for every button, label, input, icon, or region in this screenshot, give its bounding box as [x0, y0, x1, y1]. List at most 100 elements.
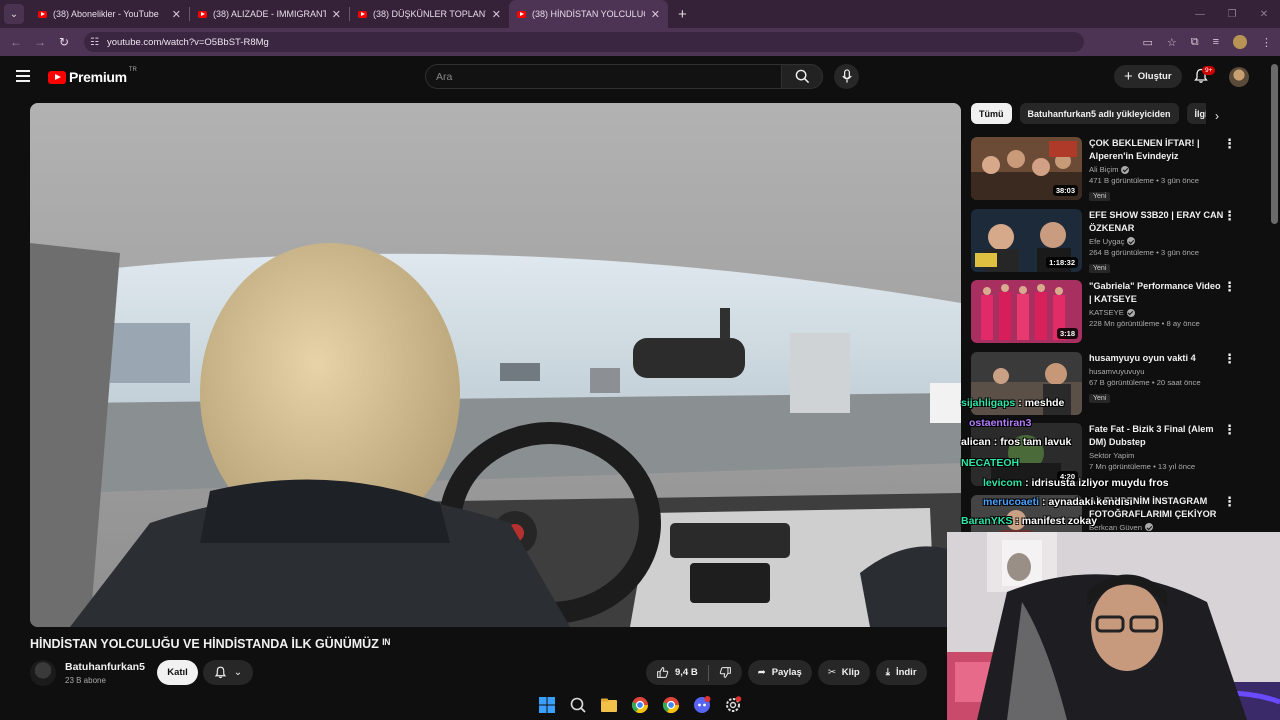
more-options-icon[interactable]: ⋮ — [1223, 137, 1236, 150]
channel-avatar[interactable] — [30, 660, 56, 686]
share-button[interactable]: ➦ Paylaş — [747, 660, 812, 685]
chat-user: levicom — [983, 477, 1023, 489]
recommendation-channel[interactable]: Sektor Yapim — [1089, 451, 1134, 460]
search-input[interactable] — [436, 70, 781, 83]
recommendation-title[interactable]: ÇOK BEKLENEN İFTAR! | Alperen'in Evindey… — [1089, 137, 1225, 163]
windows-start-icon[interactable] — [538, 696, 556, 714]
like-button[interactable]: 9,4 B — [646, 660, 708, 685]
menu-icon[interactable] — [16, 70, 30, 85]
tab-title: (38) HİNDİSTAN YOLCULUĞU V — [532, 9, 645, 19]
tab-close-icon[interactable]: ✕ — [172, 8, 181, 21]
forward-icon[interactable]: → — [28, 35, 52, 49]
browser-tab-1[interactable]: (38) Abonelikler - YouTube ✕ — [30, 0, 189, 28]
more-options-icon[interactable]: ⋮ — [1223, 423, 1236, 436]
dislike-button[interactable] — [709, 660, 742, 685]
reading-list-icon[interactable]: ≡ — [1213, 36, 1219, 48]
recommendation-item[interactable]: 38:03 ÇOK BEKLENEN İFTAR! | Alperen'in E… — [971, 137, 1247, 209]
new-badge: Yeni — [1089, 192, 1111, 201]
url-text[interactable]: youtube.com/watch?v=O5BbST-R8Mg — [107, 37, 269, 48]
recommendation-channel[interactable]: Ali Biçim — [1089, 165, 1118, 174]
recommendation-channel[interactable]: KATSEYE — [1089, 308, 1124, 317]
maximize-icon[interactable]: ❐ — [1216, 9, 1248, 20]
bell-icon — [214, 666, 226, 679]
cast-icon[interactable]: ▭ — [1142, 36, 1152, 49]
account-avatar[interactable] — [1229, 67, 1249, 87]
recommendation-title[interactable]: EFE SHOW S3B20 | ERAY CAN ÖZKENAR — [1089, 209, 1225, 235]
chip-related[interactable]: İlgili — [1186, 103, 1206, 124]
chat-user: alican — [961, 436, 991, 448]
reload-icon[interactable]: ↻ — [52, 35, 76, 49]
new-tab-icon[interactable]: + — [678, 6, 687, 23]
tab-close-icon[interactable]: ✕ — [492, 8, 501, 21]
tab-close-icon[interactable]: ✕ — [332, 8, 341, 21]
clip-label: Klip — [841, 667, 860, 678]
recommendation-title[interactable]: "Gabriela" Performance Video | KATSEYE — [1089, 280, 1225, 306]
tab-close-icon[interactable]: ✕ — [651, 8, 660, 21]
thumbs-up-icon — [657, 667, 669, 678]
search-button[interactable] — [781, 64, 823, 89]
browser-tab-strip: ⌄ (38) Abonelikler - YouTube ✕ (38) ALIZ… — [0, 0, 1280, 28]
scissors-icon: ✂ — [827, 667, 836, 678]
chrome-icon[interactable] — [631, 696, 649, 714]
recommendation-item[interactable]: husamyuyu oyun vakti 4 husamvuyuvuyu 67 … — [971, 351, 1247, 424]
youtube-logo[interactable]: Premium TR — [48, 67, 137, 85]
browser-profile-icon[interactable] — [1233, 35, 1247, 49]
video-actions: 9,4 B ➦ Paylaş ✂ Klip ⤓ İndir — [646, 660, 927, 685]
join-button[interactable]: Katıl — [157, 660, 198, 685]
window-close-icon[interactable]: ✕ — [1248, 9, 1280, 20]
chat-message: NECATEOH — [961, 457, 1022, 469]
more-options-icon[interactable]: ⋮ — [1223, 495, 1236, 508]
download-button[interactable]: ⤓ İndir — [875, 660, 927, 685]
plus-icon: + — [1124, 68, 1133, 85]
settings-gear-icon[interactable] — [724, 696, 742, 714]
notification-badge: 9+ — [1202, 66, 1216, 75]
chat-message: alican: fros tam lavuk — [961, 436, 1071, 448]
browser-tab-4-active[interactable]: (38) HİNDİSTAN YOLCULUĞU V ✕ — [509, 0, 668, 28]
address-bar[interactable]: ☷ youtube.com/watch?v=O5BbST-R8Mg — [84, 32, 1084, 52]
channel-name[interactable]: Batuhanfurkan5 — [65, 661, 145, 673]
video-duration: 1:18:32 — [1046, 256, 1078, 268]
more-options-icon[interactable]: ⋮ — [1223, 352, 1236, 365]
back-icon[interactable]: ← — [4, 35, 28, 49]
browser-tab-2[interactable]: (38) ALIZADE - IMMIGRANT (O ✕ — [190, 0, 349, 28]
video-thumbnail[interactable]: 38:03 — [971, 137, 1082, 200]
recommendation-title[interactable]: Fate Fat - Bizik 3 Final (Alem DM) Dubst… — [1089, 423, 1225, 449]
recommendation-title[interactable]: husamyuyu oyun vakti 4 — [1089, 352, 1225, 365]
more-options-icon[interactable]: ⋮ — [1223, 209, 1236, 222]
recommendation-channel[interactable]: husamvuyuvuyu — [1089, 367, 1145, 376]
subscription-bell-button[interactable]: ⌄ — [203, 660, 253, 685]
tab-title: (38) ALIZADE - IMMIGRANT (O — [213, 9, 326, 19]
recommendation-item[interactable]: 3:18 "Gabriela" Performance Video | KATS… — [971, 280, 1247, 352]
browser-tab-3[interactable]: (38) DÜŞKÜNLER TOPLANTISI ✕ — [350, 0, 509, 28]
minimize-icon[interactable]: — — [1184, 9, 1216, 20]
chip-uploader[interactable]: Batuhanfurkan5 adlı yükleyiciden — [1019, 103, 1179, 124]
video-thumbnail[interactable]: 1:18:32 — [971, 208, 1082, 272]
toolbar-icons: ▭ ☆ ⧉ ≡ ⋮ — [1142, 28, 1272, 56]
clip-button[interactable]: ✂ Klip — [817, 660, 870, 685]
discord-icon[interactable] — [693, 696, 711, 714]
recommendation-channel[interactable]: Efe Uygaç — [1089, 237, 1124, 246]
video-player[interactable] — [30, 103, 961, 627]
tab-search-icon[interactable]: ⌄ — [4, 4, 24, 24]
chat-user: merucoaeti — [983, 496, 1040, 508]
search-box[interactable] — [425, 64, 781, 89]
taskbar-search-icon[interactable] — [569, 696, 587, 714]
youtube-favicon-icon — [517, 10, 526, 18]
more-options-icon[interactable]: ⋮ — [1223, 280, 1236, 293]
create-button[interactable]: + Oluştur — [1114, 65, 1182, 88]
chrome-profile-icon[interactable] — [662, 696, 680, 714]
video-thumbnail[interactable]: 3:18 — [971, 280, 1082, 343]
filter-chips: Tümü Batuhanfurkan5 adlı yükleyiciden İl… — [971, 103, 1206, 124]
chevron-right-icon[interactable]: › — [1215, 109, 1219, 123]
video-duration: 3:18 — [1056, 328, 1078, 339]
file-explorer-icon[interactable] — [600, 696, 618, 714]
chip-all[interactable]: Tümü — [971, 103, 1012, 124]
site-info-icon[interactable]: ☷ — [90, 37, 99, 48]
recommendation-item[interactable]: 1:18:32 EFE SHOW S3B20 | ERAY CAN ÖZKENA… — [971, 208, 1247, 281]
share-icon: ➦ — [757, 667, 766, 678]
browser-menu-icon[interactable]: ⋮ — [1261, 36, 1272, 49]
page-scrollbar[interactable] — [1271, 64, 1278, 224]
bookmark-star-icon[interactable]: ☆ — [1167, 36, 1177, 49]
voice-search-button[interactable] — [834, 64, 859, 89]
extensions-icon[interactable]: ⧉ — [1191, 36, 1199, 49]
